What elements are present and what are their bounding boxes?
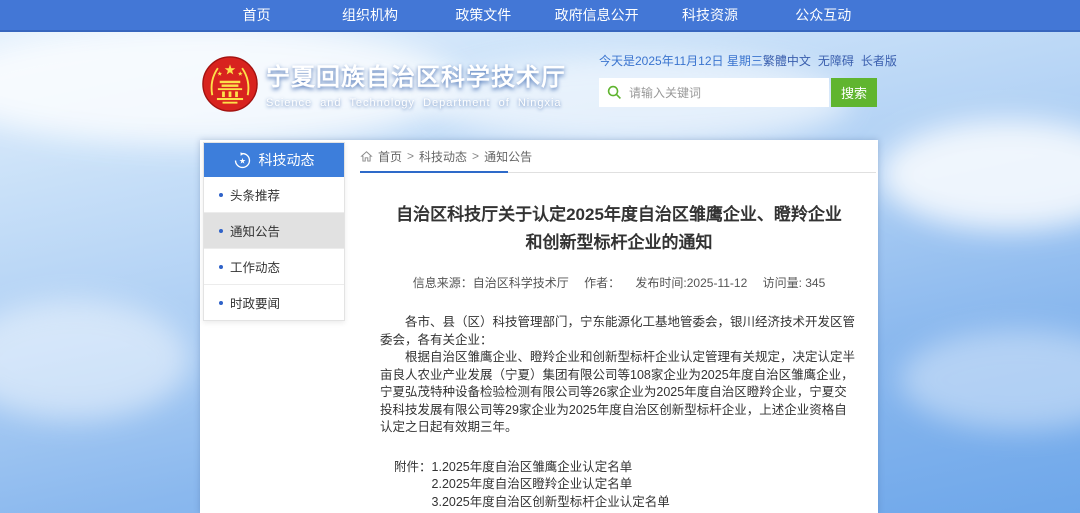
nav-item-organization[interactable]: 组织机构: [313, 0, 426, 30]
paragraph: 各市、县（区）科技管理部门，宁东能源化工基地管委会，银川经济技术开发区管委会，各…: [380, 314, 858, 349]
page: 首页 组织机构 政策文件 政府信息公开 科技资源 公众互动: [0, 0, 1080, 513]
breadcrumb-sci-updates[interactable]: 科技动态: [419, 148, 467, 165]
top-links-row: 今天是2025年11月12日 星期三 繁體中文 无障碍 长者版: [599, 52, 877, 69]
meta-author: 作者：: [584, 276, 620, 290]
link-elder-version[interactable]: 长者版: [861, 52, 897, 69]
breadcrumb-home[interactable]: 首页: [378, 148, 402, 165]
bullet-dot-icon: [219, 193, 223, 197]
navbar-inner: 首页 组织机构 政策文件 政府信息公开 科技资源 公众互动: [200, 0, 880, 30]
nav-item-sci-resources[interactable]: 科技资源: [653, 0, 766, 30]
search-box: [599, 78, 829, 107]
sidebar: 科技动态 头条推荐 通知公告 工作动态 时政要闻: [203, 142, 345, 321]
top-navbar: 首页 组织机构 政策文件 政府信息公开 科技资源 公众互动: [0, 0, 1080, 32]
attachment-link-3[interactable]: 3.2025年度自治区创新型标杆企业认定名单: [432, 494, 670, 512]
nav-item-public-interaction[interactable]: 公众互动: [767, 0, 880, 30]
search-input[interactable]: [599, 78, 829, 107]
site-header: 宁夏回族自治区科学技术厅 Science and Technology Depa…: [200, 32, 880, 140]
star-circle-icon: [234, 152, 251, 169]
bullet-dot-icon: [219, 265, 223, 269]
attachments-list: 1.2025年度自治区雏鹰企业认定名单 2.2025年度自治区瞪羚企业认定名单 …: [432, 459, 670, 512]
article: 自治区科技厅关于认定2025年度自治区雏鹰企业、瞪羚企业 和创新型标杆企业的通知…: [360, 173, 876, 511]
breadcrumb-separator: >: [472, 149, 479, 163]
search-icon: [607, 85, 622, 100]
breadcrumb-notices[interactable]: 通知公告: [484, 148, 532, 165]
site-brand: 宁夏回族自治区科学技术厅 Science and Technology Depa…: [266, 57, 566, 109]
sidebar-item-label: 头条推荐: [230, 185, 280, 204]
site-subtitle: Science and Technology Department of Nin…: [266, 97, 566, 109]
cloud-decoration: [0, 300, 190, 420]
breadcrumb-separator: >: [407, 149, 414, 163]
cloud-decoration: [900, 330, 1080, 430]
quick-links: 繁體中文 无障碍 长者版: [763, 52, 897, 69]
sidebar-item-label: 通知公告: [230, 221, 280, 240]
search-bar: 搜索: [599, 78, 877, 107]
content-panel: 科技动态 头条推荐 通知公告 工作动态 时政要闻: [200, 140, 878, 513]
nav-item-policy[interactable]: 政策文件: [427, 0, 540, 30]
meta-views: 访问量: 345: [763, 276, 826, 290]
sidebar-item-notices[interactable]: 通知公告: [204, 213, 344, 249]
nav-item-gov-info[interactable]: 政府信息公开: [540, 0, 653, 30]
attachments: 附件： 1.2025年度自治区雏鹰企业认定名单 2.2025年度自治区瞪羚企业认…: [394, 459, 858, 512]
link-traditional-chinese[interactable]: 繁體中文: [763, 52, 811, 69]
national-emblem-icon[interactable]: [202, 56, 258, 112]
article-title-line2: 和创新型标杆企业的通知: [380, 229, 858, 257]
sidebar-item-label: 工作动态: [230, 257, 280, 276]
sidebar-item-headlines[interactable]: 头条推荐: [204, 177, 344, 213]
article-body: 各市、县（区）科技管理部门，宁东能源化工基地管委会，银川经济技术开发区管委会，各…: [380, 314, 858, 437]
link-accessibility[interactable]: 无障碍: [818, 52, 854, 69]
nav-item-home[interactable]: 首页: [200, 0, 313, 30]
current-date: 今天是2025年11月12日 星期三: [599, 52, 763, 69]
sidebar-header: 科技动态: [204, 143, 344, 177]
header-utilities: 今天是2025年11月12日 星期三 繁體中文 无障碍 长者版 搜索: [599, 52, 877, 107]
attachment-link-1[interactable]: 1.2025年度自治区雏鹰企业认定名单: [432, 459, 670, 477]
sidebar-item-political-news[interactable]: 时政要闻: [204, 285, 344, 320]
attachment-link-2[interactable]: 2.2025年度自治区瞪羚企业认定名单: [432, 476, 670, 494]
cloud-decoration: [880, 120, 1080, 230]
home-icon: [360, 150, 373, 163]
sidebar-title: 科技动态: [259, 150, 315, 170]
attachments-label: 附件：: [394, 459, 432, 512]
article-meta: 信息来源：自治区科学技术厅 作者： 发布时间:2025-11-12 访问量: 3…: [380, 274, 858, 291]
search-button[interactable]: 搜索: [831, 78, 877, 107]
sidebar-item-label: 时政要闻: [230, 293, 280, 312]
bullet-dot-icon: [219, 301, 223, 305]
breadcrumb: 首页 > 科技动态 > 通知公告: [360, 140, 876, 173]
meta-publish-time: 发布时间:2025-11-12: [635, 276, 747, 290]
bullet-dot-icon: [219, 229, 223, 233]
site-title: 宁夏回族自治区科学技术厅: [266, 57, 566, 92]
meta-source: 信息来源：自治区科学技术厅: [413, 276, 569, 290]
main-area: 首页 > 科技动态 > 通知公告 自治区科技厅关于认定2025年度自治区雏鹰企业…: [360, 140, 876, 511]
sidebar-item-work-updates[interactable]: 工作动态: [204, 249, 344, 285]
article-title: 自治区科技厅关于认定2025年度自治区雏鹰企业、瞪羚企业 和创新型标杆企业的通知: [380, 201, 858, 257]
paragraph: 根据自治区雏鹰企业、瞪羚企业和创新型标杆企业认定管理有关规定，决定认定半亩良人农…: [380, 349, 858, 437]
article-title-line1: 自治区科技厅关于认定2025年度自治区雏鹰企业、瞪羚企业: [380, 201, 858, 229]
